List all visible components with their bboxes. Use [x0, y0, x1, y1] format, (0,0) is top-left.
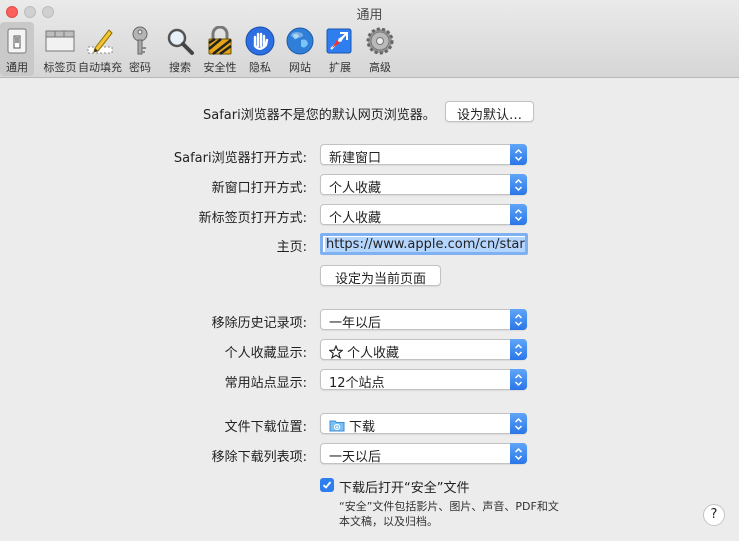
default-browser-row: Safari浏览器不是您的默认网页浏览器。 设为默认…: [0, 101, 739, 123]
safe-files-note-line2: 本文稿，以及归档。: [339, 515, 438, 528]
tab-label: 扩展: [329, 61, 351, 74]
default-browser-text: Safari浏览器不是您的默认网页浏览器。: [203, 108, 436, 123]
select-value: 一天以后: [329, 450, 382, 465]
star-icon: [329, 344, 343, 359]
tab-passwords[interactable]: 密码: [120, 22, 160, 76]
open-with-row: Safari浏览器打开方式: 新建窗口: [0, 144, 739, 166]
favorites-shows-row: 个人收藏显示: 个人收藏: [0, 339, 739, 361]
lock-icon: [204, 25, 236, 57]
open-with-select[interactable]: 新建窗口: [320, 144, 527, 166]
select-value-text: 个人收藏: [347, 346, 400, 361]
new-window-select[interactable]: 个人收藏: [320, 174, 527, 196]
chevron-updown-icon: [510, 174, 527, 195]
select-value: 下载: [329, 416, 375, 435]
tab-label: 网站: [289, 61, 311, 74]
homepage-value: https://www.apple.com/cn/startpage/: [325, 237, 525, 252]
tab-websites[interactable]: 网站: [280, 22, 320, 76]
checkmark-icon: [322, 481, 332, 489]
favorites-shows-label: 个人收藏显示:: [224, 346, 307, 361]
tab-label: 密码: [129, 61, 151, 74]
general-pane: Safari浏览器不是您的默认网页浏览器。 设为默认… Safari浏览器打开方…: [0, 79, 739, 541]
tab-label: 标签页: [43, 61, 77, 74]
globe-icon: [284, 25, 316, 57]
help-button[interactable]: ?: [703, 504, 725, 526]
downloads-folder-icon: [329, 420, 345, 432]
top-sites-select[interactable]: 12个站点: [320, 369, 527, 391]
search-icon: [164, 25, 196, 57]
remove-history-label: 移除历史记录项:: [211, 316, 307, 331]
preferences-toolbar: 通用 标签页 自动填充 密码 搜索 安全性 隐私 网站 扩展 高级: [0, 22, 400, 78]
open-with-label: Safari浏览器打开方式:: [173, 151, 307, 166]
download-location-select[interactable]: 下载: [320, 413, 527, 435]
tab-label: 高级: [369, 61, 391, 74]
safe-files-note-line1: “安全”文件包括影片、图片、声音、PDF和文: [339, 500, 559, 513]
tab-label: 搜索: [169, 61, 191, 74]
tab-label: 通用: [6, 61, 28, 74]
key-icon: [124, 25, 156, 57]
new-window-row: 新窗口打开方式: 个人收藏: [0, 174, 739, 196]
select-value: 个人收藏: [329, 211, 382, 226]
tab-privacy[interactable]: 隐私: [240, 22, 280, 76]
tab-label: 安全性: [203, 61, 237, 74]
favorites-shows-select[interactable]: 个人收藏: [320, 339, 527, 361]
extension-icon: [324, 25, 356, 57]
set-current-page-button[interactable]: 设定为当前页面: [320, 265, 441, 287]
tabs-icon: [44, 25, 76, 57]
select-value: 新建窗口: [329, 151, 382, 166]
chevron-updown-icon: [510, 309, 527, 330]
select-value: 个人收藏: [329, 342, 399, 361]
tab-label: 自动填充: [78, 61, 122, 74]
tab-security[interactable]: 安全性: [200, 22, 240, 76]
select-value-text: 下载: [349, 420, 376, 435]
new-tab-row: 新标签页打开方式: 个人收藏: [0, 204, 739, 226]
chevron-updown-icon: [510, 369, 527, 390]
homepage-row: 主页: https://www.apple.com/cn/startpage/: [0, 233, 739, 255]
set-default-button[interactable]: 设为默认…: [445, 101, 534, 123]
select-value: 12个站点: [329, 376, 385, 391]
tab-tabs[interactable]: 标签页: [40, 22, 80, 76]
hand-icon: [244, 25, 276, 57]
remove-downloads-label: 移除下载列表项:: [211, 450, 307, 465]
homepage-input[interactable]: https://www.apple.com/cn/startpage/: [320, 233, 528, 255]
new-window-label: 新窗口打开方式:: [211, 181, 307, 196]
window-title: 通用: [356, 8, 383, 23]
chevron-updown-icon: [510, 443, 527, 464]
chevron-updown-icon: [510, 204, 527, 225]
general-icon: [1, 25, 33, 57]
tab-general[interactable]: 通用: [0, 22, 34, 76]
open-safe-files-checkbox[interactable]: [320, 478, 334, 492]
open-safe-files-label: 下载后打开“安全”文件: [339, 481, 470, 496]
download-location-label: 文件下载位置:: [224, 420, 307, 435]
tab-autofill[interactable]: 自动填充: [78, 22, 122, 76]
chevron-updown-icon: [510, 339, 527, 360]
tab-label: 隐私: [249, 61, 271, 74]
gear-icon: [364, 25, 396, 57]
remove-downloads-select[interactable]: 一天以后: [320, 443, 527, 465]
chevron-updown-icon: [510, 413, 527, 434]
new-tab-select[interactable]: 个人收藏: [320, 204, 527, 226]
select-value: 一年以后: [329, 316, 382, 331]
homepage-label: 主页:: [276, 240, 307, 255]
top-sites-row: 常用站点显示: 12个站点: [0, 369, 739, 391]
autofill-icon: [84, 25, 116, 57]
new-tab-label: 新标签页打开方式:: [198, 211, 307, 226]
tab-extensions[interactable]: 扩展: [320, 22, 360, 76]
remove-downloads-row: 移除下载列表项: 一天以后: [0, 443, 739, 465]
tab-search[interactable]: 搜索: [160, 22, 200, 76]
chevron-updown-icon: [510, 144, 527, 165]
remove-history-select[interactable]: 一年以后: [320, 309, 527, 331]
select-value: 个人收藏: [329, 181, 382, 196]
tab-advanced[interactable]: 高级: [360, 22, 400, 76]
download-location-row: 文件下载位置: 下载: [0, 413, 739, 435]
remove-history-row: 移除历史记录项: 一年以后: [0, 309, 739, 331]
top-sites-label: 常用站点显示:: [224, 376, 307, 391]
window-titlebar: 通用 通用 标签页 自动填充 密码 搜索 安全性 隐私 网站 扩展 高级: [0, 0, 739, 78]
